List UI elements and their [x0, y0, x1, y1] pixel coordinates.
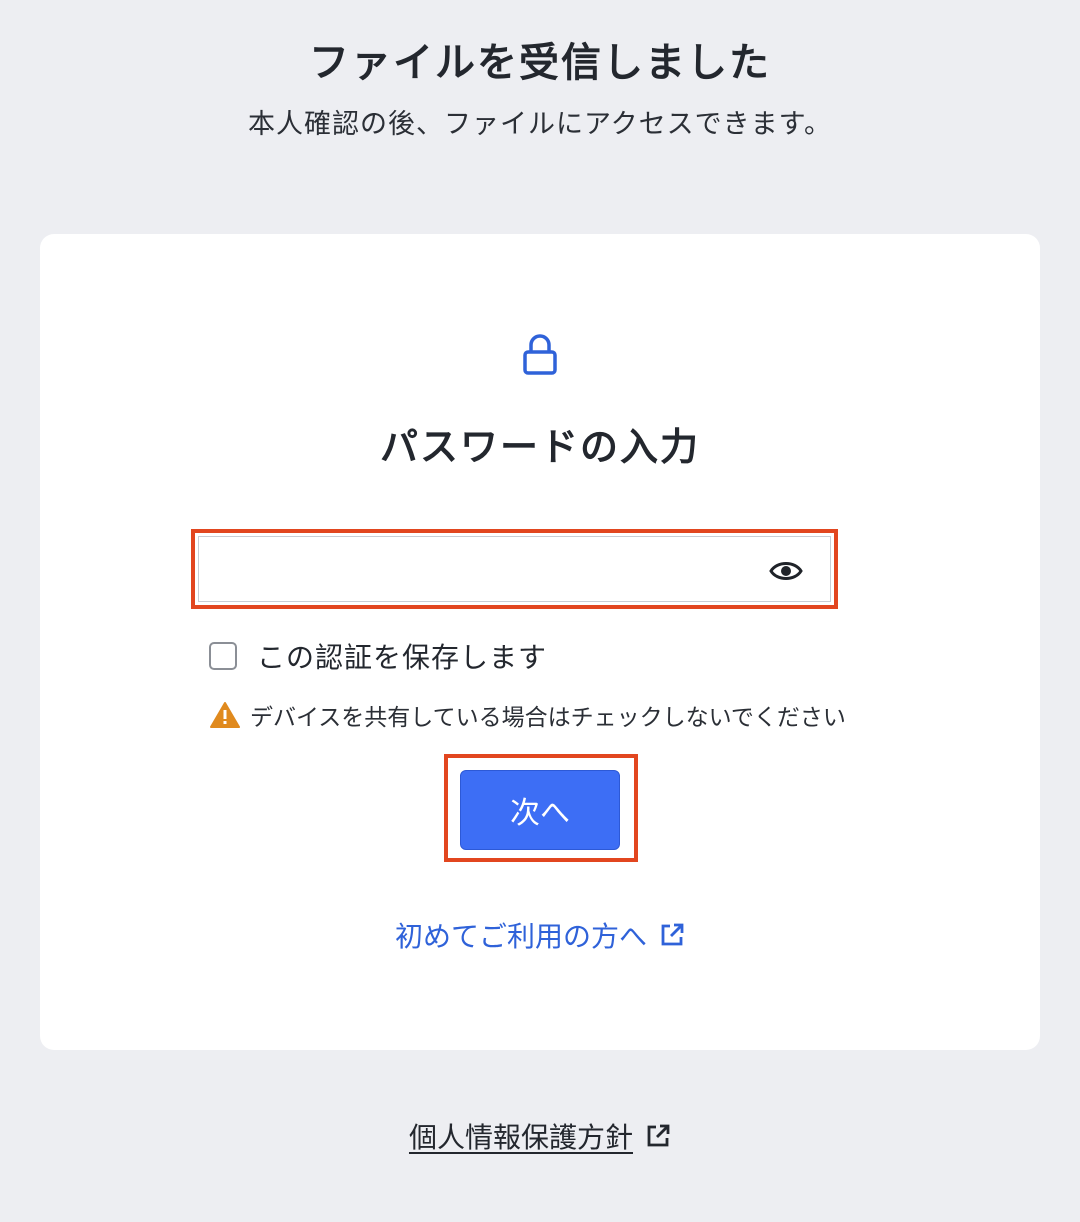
- page-title: ファイルを受信しました: [309, 40, 771, 86]
- password-field-highlight: [191, 529, 838, 609]
- first-time-link[interactable]: 初めてご利用の方へ: [0, 915, 1080, 955]
- warning-text: デバイスを共有している場合はチェックしないでください: [250, 705, 846, 731]
- warning-row: デバイスを共有している場合はチェックしないでください: [210, 699, 846, 731]
- remember-row: この認証を保存します: [209, 638, 547, 674]
- external-link-icon[interactable]: [645, 1123, 671, 1149]
- next-button[interactable]: 次へ: [460, 770, 620, 850]
- privacy-policy-label[interactable]: 個人情報保護方針: [409, 1116, 633, 1156]
- lock-icon: [523, 334, 557, 375]
- eye-icon[interactable]: [769, 557, 803, 585]
- password-input[interactable]: [209, 547, 753, 599]
- warning-triangle-icon: [210, 702, 240, 728]
- remember-checkbox[interactable]: [209, 642, 237, 670]
- page-subtitle: 本人確認の後、ファイルにアクセスできます。: [248, 109, 832, 140]
- remember-label[interactable]: この認証を保存します: [257, 636, 547, 676]
- password-field: [198, 536, 831, 602]
- external-link-icon[interactable]: [659, 922, 685, 948]
- card-title: パスワードの入力: [379, 425, 700, 469]
- first-time-link-label[interactable]: 初めてご利用の方へ: [395, 915, 647, 955]
- privacy-policy-link[interactable]: 個人情報保護方針: [0, 1116, 1080, 1156]
